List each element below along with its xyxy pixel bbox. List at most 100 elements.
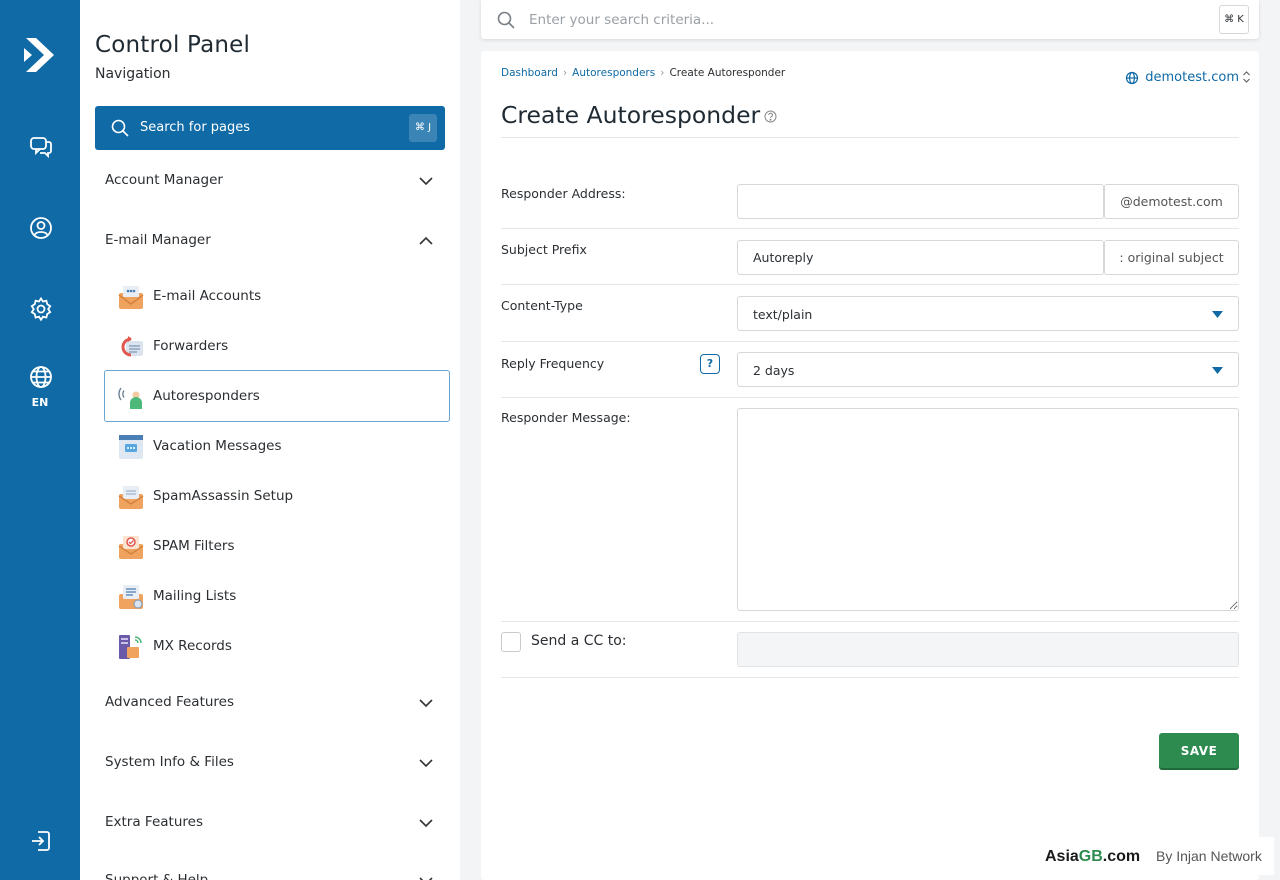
reply-frequency-label: Reply Frequency [501, 356, 605, 371]
form-row-divider [501, 341, 1239, 342]
sidebar-item-label: E-mail Accounts [153, 288, 262, 304]
sidebar-item-mailing-lists[interactable]: Mailing Lists [104, 570, 450, 622]
domain-selector[interactable]: demotest.com [1126, 70, 1250, 85]
sidebar-item-label: Forwarders [153, 338, 229, 354]
footer-brand: AsiaGB.com By Injan Network [1038, 837, 1274, 875]
sidebar-item-label: Mailing Lists [153, 588, 237, 604]
section-label: Account Manager [105, 172, 223, 188]
section-label: Advanced Features [105, 694, 235, 710]
search-icon [111, 119, 129, 137]
search-pages-label: Search for pages [140, 120, 251, 135]
subject-prefix-label: Subject Prefix [501, 242, 587, 257]
search-pages-button[interactable]: Search for pages ⌘ J [95, 106, 445, 150]
caret-down-icon [1212, 367, 1223, 374]
language-label[interactable]: EN [0, 396, 80, 409]
spamassassin-icon [118, 486, 144, 509]
reply-frequency-value: 2 days [753, 363, 795, 378]
section-account-manager[interactable]: Account Manager [105, 166, 435, 196]
content-type-label: Content-Type [501, 298, 583, 313]
email-accounts-icon [118, 286, 144, 309]
brand-byline: By Injan Network [1156, 848, 1262, 864]
chevron-down-icon [419, 877, 433, 880]
sidebar-subtitle: Navigation [95, 66, 171, 82]
section-label: Extra Features [105, 814, 203, 830]
brand-name-suffix: .com [1102, 848, 1141, 865]
left-rail: EN [0, 0, 80, 880]
sidebar-item-spam-filters[interactable]: SPAM Filters [104, 520, 450, 572]
content-type-value: text/plain [753, 307, 813, 322]
responder-message-label: Responder Message: [501, 410, 631, 425]
search-icon [497, 11, 515, 29]
sidebar-item-label: MX Records [153, 638, 232, 654]
breadcrumb-autoresponders[interactable]: Autoresponders [572, 67, 655, 79]
section-advanced-features[interactable]: Advanced Features [105, 688, 435, 718]
responder-message-textarea[interactable] [737, 408, 1239, 611]
sidebar-item-label: Autoresponders [153, 388, 260, 404]
send-cc-label: Send a CC to: [531, 633, 627, 649]
caret-down-icon [1212, 311, 1223, 318]
domain-name: demotest.com [1145, 70, 1239, 85]
chevron-down-icon [419, 759, 433, 768]
breadcrumb-separator: › [660, 67, 665, 79]
brand-name-highlight: GB [1078, 848, 1103, 865]
form-row-divider [501, 397, 1239, 398]
sidebar-item-mx-records[interactable]: MX Records [104, 620, 450, 672]
section-email-manager[interactable]: E-mail Manager [105, 226, 435, 256]
responder-address-label: Responder Address: [501, 186, 626, 201]
section-system-info-files[interactable]: System Info & Files [105, 748, 435, 778]
vacation-messages-icon [119, 435, 143, 459]
navigation-sidebar: Control Panel Navigation Search for page… [80, 0, 460, 880]
chat-icon[interactable] [28, 134, 54, 160]
title-divider [501, 137, 1239, 138]
responder-address-input[interactable] [737, 184, 1104, 219]
forwarders-icon [121, 336, 143, 357]
form-row-divider [501, 677, 1239, 678]
sidebar-title: Control Panel [95, 32, 251, 58]
chevron-down-icon [419, 819, 433, 828]
chevron-up-icon [419, 236, 433, 245]
sidebar-item-label: Vacation Messages [153, 438, 282, 454]
globe-icon [1126, 71, 1139, 85]
up-down-chevron-icon [1243, 71, 1250, 83]
content-type-select[interactable]: text/plain [737, 296, 1239, 331]
sidebar-item-email-accounts[interactable]: E-mail Accounts [104, 270, 450, 322]
reply-frequency-help-button[interactable]: ? [700, 354, 720, 374]
sidebar-item-label: SpamAssassin Setup [153, 488, 294, 504]
page-title-text: Create Autoresponder [501, 101, 761, 129]
section-extra-features[interactable]: Extra Features [105, 808, 435, 838]
sidebar-item-autoresponders[interactable]: Autoresponders [104, 370, 450, 422]
user-profile-icon[interactable] [28, 215, 54, 241]
settings-gear-icon[interactable] [28, 296, 54, 322]
sidebar-item-label: SPAM Filters [153, 538, 235, 554]
chevron-down-icon [419, 177, 433, 186]
reply-frequency-select[interactable]: 2 days [737, 352, 1239, 387]
subject-prefix-suffix: : original subject [1104, 240, 1239, 275]
sidebar-item-spamassassin-setup[interactable]: SpamAssassin Setup [104, 470, 450, 522]
save-button[interactable]: SAVE [1159, 733, 1239, 768]
sidebar-item-vacation-messages[interactable]: Vacation Messages [104, 420, 450, 472]
breadcrumb-dashboard[interactable]: Dashboard [501, 67, 558, 79]
section-label: E-mail Manager [105, 232, 211, 248]
global-search-shortcut: ⌘ K [1219, 5, 1249, 34]
subject-prefix-input[interactable] [737, 240, 1104, 275]
help-circle-icon[interactable] [764, 110, 777, 123]
globe-language-icon[interactable] [28, 364, 54, 390]
search-pages-shortcut: ⌘ J [409, 114, 437, 142]
logout-icon[interactable] [28, 828, 54, 854]
app-logo-icon[interactable] [22, 36, 58, 74]
main-panel: Dashboard › Autoresponders › Create Autoresp… [481, 51, 1259, 880]
form-row-divider [501, 228, 1239, 229]
mailing-lists-icon [119, 585, 143, 609]
sidebar-item-forwarders[interactable]: Forwarders [104, 320, 450, 372]
breadcrumb-current: Create Autoresponder [669, 67, 786, 79]
cc-email-input[interactable] [737, 632, 1239, 667]
mx-records-icon [119, 635, 142, 659]
section-label: System Info & Files [105, 754, 234, 770]
form-row-divider [501, 284, 1239, 285]
section-support-help[interactable]: Support & Help [105, 866, 435, 880]
send-cc-checkbox[interactable] [501, 632, 521, 652]
global-search-bar: ⌘ K [481, 0, 1259, 39]
brand-name-prefix: Asia [1045, 848, 1079, 865]
section-label: Support & Help [105, 872, 209, 880]
global-search-input[interactable] [529, 8, 1189, 32]
